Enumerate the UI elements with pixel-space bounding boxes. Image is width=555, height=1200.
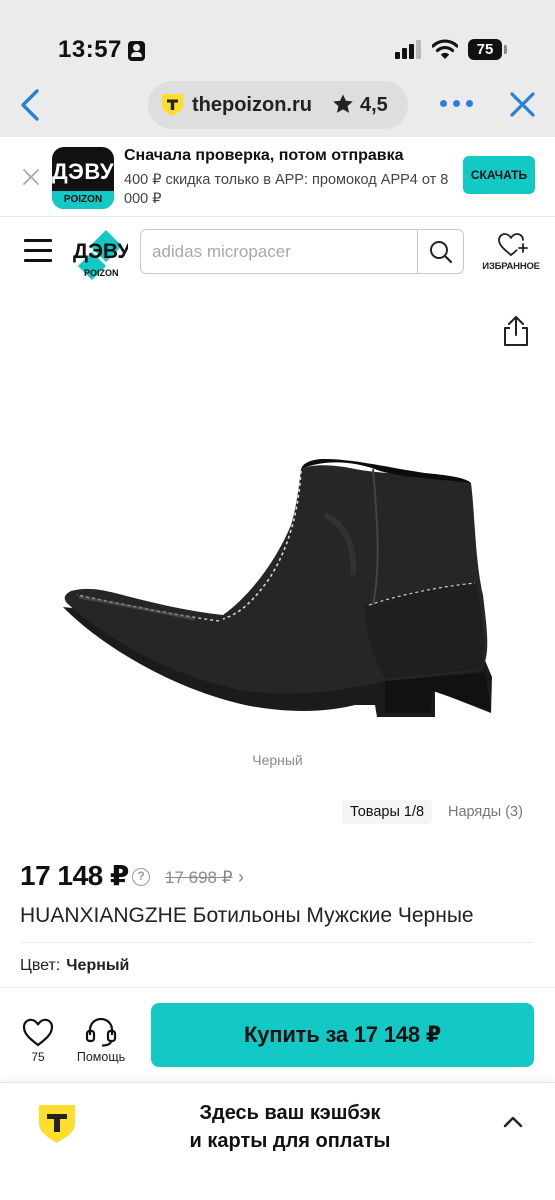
browser-chrome: 13:57 75 thepoizon.ru 4,5 [0,0,555,137]
color-value: Черный [66,957,130,974]
price-info-icon[interactable]: ? [132,868,150,886]
tbank-logo-icon [39,1105,75,1143]
address-bar[interactable]: thepoizon.ru 4,5 [148,81,408,129]
download-app-button[interactable]: СКАЧАТЬ [463,156,535,194]
buy-button[interactable]: Купить за 17 148 ₽ [151,1003,534,1067]
app-icon-wordmark: ДЭВУ [52,159,114,184]
back-arrow-icon[interactable] [18,88,42,122]
old-price[interactable]: 17 698 ₽ [165,868,233,888]
products-counter[interactable]: Товары 1/8 [342,800,433,824]
favorites-count: 75 [31,1050,45,1064]
chevron-right-icon[interactable]: › [238,868,244,886]
purchase-bar: 75 Помощь Купить за 17 148 ₽ [0,987,555,1082]
menu-icon[interactable] [24,238,52,262]
banner-promo-text: 400 ₽ скидка только в APP: промокод APP4… [124,172,449,207]
chevron-up-icon[interactable] [502,1115,524,1129]
wifi-icon [432,39,458,59]
star-icon [333,94,353,113]
banner-title: Сначала проверка, потом отправка [124,147,404,164]
app-download-banner: ДЭВУ POIZON Сначала проверка, потом отпр… [0,137,555,217]
site-header: ДЭВУ POIZON ИЗБРАННОЕ [0,218,555,284]
image-color-caption: Черный [252,752,303,768]
close-banner-icon[interactable] [22,168,40,186]
color-selector[interactable]: Цвет: Черный [20,957,129,975]
more-options-icon[interactable] [440,95,474,111]
cellular-signal-icon [395,40,423,59]
focus-person-icon [128,41,145,61]
product-title: HUANXIANGZHE Ботильоны Мужские Черные [20,904,474,927]
outfits-counter[interactable]: Наряды (3) [448,800,523,824]
favorites-label: ИЗБРАННОЕ [482,261,540,272]
site-logo[interactable]: ДЭВУ POIZON [70,228,128,280]
help-button[interactable]: Помощь [70,1016,132,1068]
tbank-logo-icon [162,94,183,116]
headset-icon [85,1017,117,1047]
product-image[interactable] [55,455,510,740]
site-rating: 4,5 [360,94,388,116]
heart-icon [22,1018,54,1047]
search-input[interactable] [141,230,417,273]
search-form [140,229,464,274]
favorites-link[interactable]: ИЗБРАННОЕ [480,230,542,276]
divider [20,942,533,943]
help-label: Помощь [76,1050,126,1064]
search-icon[interactable] [418,230,464,273]
battery-icon: 75 [468,39,502,60]
heart-plus-icon [498,233,528,256]
close-tab-icon[interactable] [509,91,536,118]
cashback-text: Здесь ваш кэшбэк и карты для оплаты [140,1099,440,1155]
app-icon-subtitle: POIZON [52,191,114,209]
battery-tip [504,45,507,54]
gallery-counters: Товары 1/8 Наряды (3) [0,800,555,824]
site-logo-subtitle: POIZON [84,268,119,278]
site-logo-wordmark: ДЭВУ [73,240,128,263]
color-label: Цвет: [20,957,61,974]
product-price: 17 148 ₽ [20,860,129,891]
share-icon[interactable] [500,314,532,348]
cashback-line-2: и карты для оплаты [189,1130,391,1152]
cashback-panel[interactable]: Здесь ваш кэшбэк и карты для оплаты [0,1082,555,1200]
add-to-favorites-button[interactable]: 75 [20,1016,56,1068]
status-time: 13:57 [58,36,122,63]
cashback-line-1: Здесь ваш кэшбэк [199,1102,381,1124]
address-domain: thepoizon.ru [192,94,312,116]
app-icon: ДЭВУ POIZON [52,147,114,209]
